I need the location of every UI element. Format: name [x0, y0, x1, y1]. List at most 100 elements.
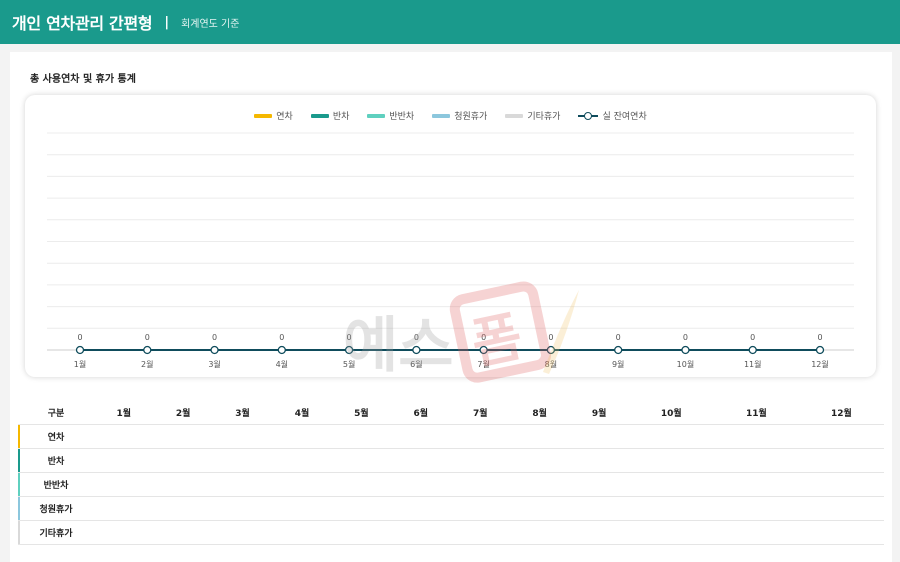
line-point[interactable]: [815, 345, 825, 355]
line-point[interactable]: [277, 345, 286, 355]
x-tick-label: 4월: [276, 359, 288, 369]
line-point[interactable]: [546, 345, 556, 355]
monthly-table: 구분 1월 2월 3월 4월 5월 6월 7월 8월 9월 10월 11월 12월 연차 반차 반반차 청원…: [18, 402, 884, 545]
table-cell[interactable]: [450, 519, 510, 545]
table-cell[interactable]: [713, 519, 799, 545]
line-point[interactable]: [748, 345, 757, 355]
table-cell[interactable]: [212, 495, 273, 520]
table-cell[interactable]: [331, 519, 392, 545]
title-separator: |: [164, 14, 170, 30]
table-cell[interactable]: [509, 423, 570, 448]
table-cell[interactable]: [713, 423, 799, 448]
table-cell[interactable]: [94, 471, 154, 496]
table-cell[interactable]: [569, 423, 629, 448]
table-cell[interactable]: [153, 495, 213, 520]
table-cell[interactable]: [628, 495, 714, 520]
table-cell[interactable]: [713, 471, 799, 496]
table-cell[interactable]: [450, 471, 510, 496]
table-cell[interactable]: [628, 423, 714, 448]
x-tick-label: 9월: [612, 359, 624, 369]
table-cell[interactable]: [628, 519, 714, 545]
table-cell[interactable]: [153, 447, 213, 472]
data-label: 0: [212, 333, 217, 342]
line-point[interactable]: [479, 345, 488, 355]
table-cell[interactable]: [391, 471, 451, 496]
row-color-bar: [18, 448, 20, 472]
data-label: 0: [616, 333, 621, 342]
table-cell[interactable]: [153, 423, 213, 448]
table-month-header: 1월: [116, 409, 131, 420]
section-title: 총 사용연차 및 휴가 통계: [30, 74, 136, 85]
table-month-header: 4월: [294, 409, 310, 420]
line-point[interactable]: [344, 345, 354, 355]
table-cell[interactable]: [569, 495, 629, 520]
data-label: 0: [279, 333, 284, 342]
table-month-header: 2월: [175, 409, 191, 420]
line-point[interactable]: [75, 345, 85, 355]
table-cell[interactable]: [798, 447, 884, 472]
table-cell[interactable]: [713, 495, 799, 520]
table-cell[interactable]: [331, 471, 392, 496]
table-month-header: 11월: [745, 409, 767, 420]
table-cell[interactable]: [569, 471, 629, 496]
data-label: 0: [817, 333, 822, 342]
table-cell[interactable]: [569, 447, 629, 472]
line-point[interactable]: [412, 345, 421, 355]
line-point[interactable]: [614, 345, 623, 355]
table-cell[interactable]: [628, 471, 714, 496]
table-cell[interactable]: [153, 519, 213, 545]
row-label: 반차: [47, 456, 65, 467]
table-cell[interactable]: [272, 471, 332, 496]
table-cell[interactable]: [391, 447, 451, 472]
line-point[interactable]: [681, 345, 690, 355]
line-point[interactable]: [210, 345, 219, 355]
x-tick-label: 12월: [811, 359, 829, 369]
table-cell[interactable]: [331, 495, 392, 520]
data-label: 0: [77, 333, 82, 342]
table-cell[interactable]: [94, 495, 154, 520]
table-cell[interactable]: [798, 423, 884, 448]
row-color-bar: [18, 496, 20, 520]
table-cell[interactable]: [391, 423, 451, 448]
table-cell[interactable]: [94, 423, 154, 448]
app-title: 개인 연차관리 간편형: [12, 14, 153, 33]
row-color-bar: [18, 424, 20, 448]
table-cell[interactable]: [391, 495, 451, 520]
app-header: 개인 연차관리 간편형 | 회계연도 기준: [0, 0, 900, 44]
table-cell[interactable]: [331, 447, 392, 472]
table-row: 연차: [18, 423, 884, 448]
table-cell[interactable]: [798, 495, 884, 520]
table-cell[interactable]: [713, 447, 799, 472]
table-cell[interactable]: [509, 495, 570, 520]
table-cell[interactable]: [212, 447, 273, 472]
table-cell[interactable]: [450, 447, 510, 472]
x-tick-label: 8월: [545, 359, 557, 369]
table-cell[interactable]: [272, 519, 332, 545]
table-cell[interactable]: [450, 495, 510, 520]
table-cell[interactable]: [153, 471, 213, 496]
table-cell[interactable]: [272, 447, 332, 472]
table-cell[interactable]: [798, 471, 884, 496]
data-label: 0: [683, 333, 688, 342]
table-cell[interactable]: [509, 447, 570, 472]
table-cell[interactable]: [212, 519, 273, 545]
table-cell[interactable]: [628, 447, 714, 472]
table-cell[interactable]: [798, 519, 884, 545]
table-cell[interactable]: [94, 447, 154, 472]
table-cell[interactable]: [331, 423, 392, 448]
table-cell[interactable]: [272, 495, 332, 520]
table-cell[interactable]: [391, 519, 451, 545]
table-month-header: 12월: [831, 409, 852, 420]
table-cell[interactable]: [272, 423, 332, 448]
table-row: 반차: [18, 447, 884, 472]
row-label-cell: 기타휴가: [18, 519, 94, 545]
table-cell[interactable]: [212, 471, 273, 496]
row-label-cell: 연차: [18, 423, 94, 448]
table-cell[interactable]: [94, 519, 154, 545]
table-cell[interactable]: [569, 519, 629, 545]
table-cell[interactable]: [450, 423, 510, 448]
table-cell[interactable]: [509, 519, 570, 545]
table-cell[interactable]: [509, 471, 570, 496]
table-cell[interactable]: [212, 423, 273, 448]
line-point[interactable]: [143, 345, 152, 355]
